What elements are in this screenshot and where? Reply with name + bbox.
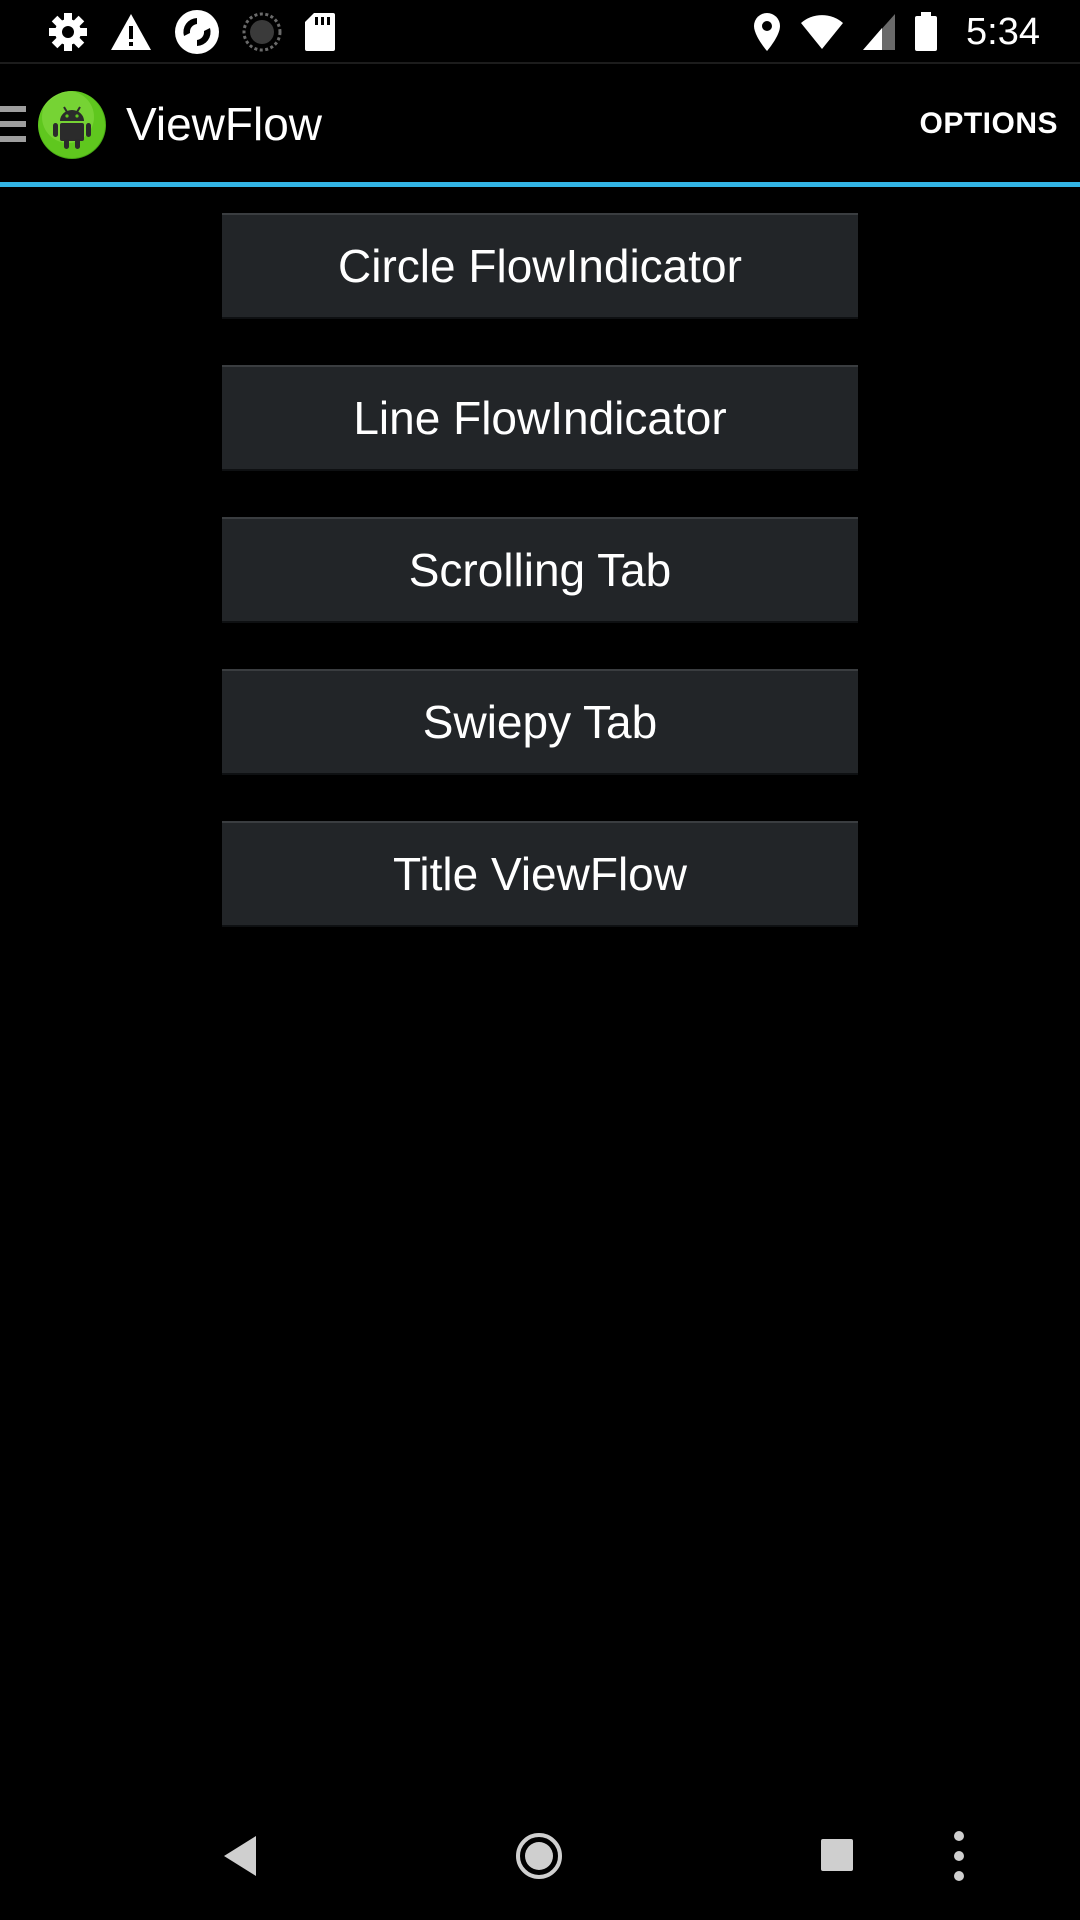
button-label: Scrolling Tab <box>408 544 672 596</box>
battery-icon <box>915 12 938 51</box>
back-icon[interactable] <box>222 1834 258 1878</box>
warning-icon <box>111 14 151 50</box>
location-pin-icon <box>754 13 781 51</box>
menu-list: Circle FlowIndicator Line FlowIndicator … <box>222 213 858 973</box>
home-icon[interactable] <box>515 1832 563 1880</box>
sd-card-icon <box>305 13 335 51</box>
swiepy-tab-button[interactable]: Swiepy Tab <box>222 669 858 775</box>
wifi-icon <box>801 15 844 49</box>
options-button[interactable]: OPTIONS <box>919 94 1058 154</box>
title-viewflow-button[interactable]: Title ViewFlow <box>222 821 858 927</box>
notification-icons <box>48 10 336 54</box>
button-label: Swiepy Tab <box>422 696 658 748</box>
sync-icon <box>175 10 219 54</box>
status-bar: 5:34 <box>0 0 1080 63</box>
settings-gear-icon <box>49 13 87 51</box>
android-app-icon[interactable] <box>38 91 106 159</box>
navigation-bar <box>0 1800 1080 1920</box>
circle-flowindicator-button[interactable]: Circle FlowIndicator <box>222 213 858 319</box>
recents-icon[interactable] <box>820 1838 854 1872</box>
loading-spinner-icon <box>242 12 282 52</box>
button-label: Line FlowIndicator <box>353 392 727 444</box>
button-label: Title ViewFlow <box>393 848 687 900</box>
cell-signal-icon <box>863 14 896 50</box>
nav-drawer-icon[interactable] <box>0 106 26 142</box>
screen: 5:34 ViewFlow OPTIONS Circle FlowIndicat… <box>0 0 1080 1920</box>
button-label: Circle FlowIndicator <box>338 240 742 292</box>
action-bar-underline <box>0 182 1080 187</box>
scrolling-tab-button[interactable]: Scrolling Tab <box>222 517 858 623</box>
action-bar: ViewFlow OPTIONS <box>0 64 1080 184</box>
overflow-menu-icon[interactable] <box>951 1830 967 1882</box>
status-time: 5:34 <box>966 10 1040 53</box>
line-flowindicator-button[interactable]: Line FlowIndicator <box>222 365 858 471</box>
system-status-icons: 5:34 <box>752 8 1040 56</box>
app-title: ViewFlow <box>126 98 322 150</box>
